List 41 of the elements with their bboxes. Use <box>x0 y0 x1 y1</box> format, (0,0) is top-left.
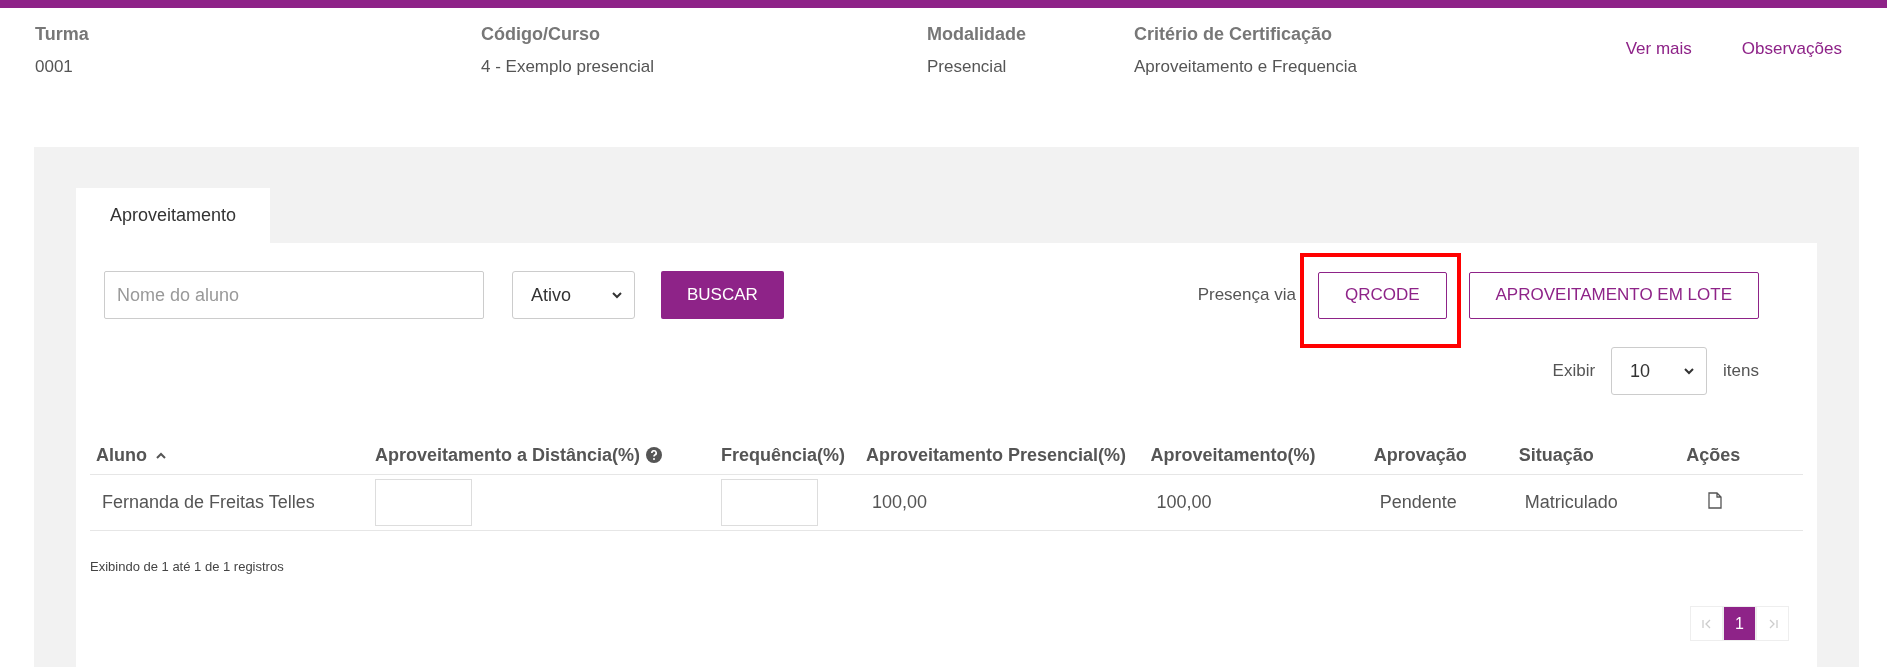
table-cell-text: 100,00 <box>1155 492 1212 512</box>
column-header[interactable]: Aluno <box>90 437 369 475</box>
column-header: Aproveitamento(%) <box>1144 437 1368 475</box>
grade-input[interactable] <box>720 479 818 526</box>
table-cell-text: Matriculado <box>1523 492 1618 512</box>
column-header: Ações <box>1680 437 1803 475</box>
help-icon[interactable] <box>646 447 663 463</box>
document-icon[interactable] <box>1708 491 1723 509</box>
presence-label: Presença via <box>1197 285 1296 305</box>
tab[interactable]: Aproveitamento <box>76 188 271 243</box>
batch-button[interactable]: APROVEITAMENTO EM LOTE <box>1468 271 1759 319</box>
show-label: Exibir <box>1552 361 1596 381</box>
field-label: Modalidade <box>927 24 1027 45</box>
first-page-icon <box>1700 617 1713 630</box>
column-header: Situação <box>1512 437 1681 475</box>
column-header: Aproveitamento Presencial(%) <box>860 437 1145 475</box>
search-field[interactable]: Nome do aluno <box>104 271 484 319</box>
field-value: 4 - Exemplo presencial <box>481 57 655 77</box>
field-value: Aproveitamento e Frequencia <box>1134 57 1359 77</box>
search-button[interactable]: BUSCAR <box>661 271 784 319</box>
grade-input[interactable] <box>375 479 472 526</box>
field-value: 0001 <box>35 57 74 77</box>
table-cell-text: 100,00 <box>871 492 928 512</box>
sort-up-icon <box>155 451 167 461</box>
header-link[interactable]: Ver mais <box>1625 39 1692 59</box>
field-label: Critério de Certificação <box>1134 24 1334 45</box>
field-value: Presencial <box>927 57 1008 77</box>
records-summary: Exibindo de 1 até 1 de 1 registros <box>90 559 285 574</box>
items-label: itens <box>1723 361 1759 381</box>
qrcode-button[interactable]: QRCODE <box>1317 271 1447 319</box>
column-header: Frequência(%) <box>714 437 860 475</box>
field-label: Turma <box>35 24 90 45</box>
table-cell-text: Fernanda de Freitas Telles <box>101 492 315 512</box>
table-cell-text: Pendente <box>1378 492 1457 512</box>
column-header: Aprovação <box>1367 437 1513 475</box>
column-header: Aproveitamento a Distância(%) <box>369 437 715 475</box>
field-label: Código/Curso <box>481 24 601 45</box>
status-select[interactable]: Ativo <box>512 271 635 319</box>
page-size-select[interactable]: 10 <box>1611 347 1708 395</box>
header-link[interactable]: Observações <box>1741 39 1842 59</box>
page-button[interactable]: 1 <box>1723 606 1756 641</box>
